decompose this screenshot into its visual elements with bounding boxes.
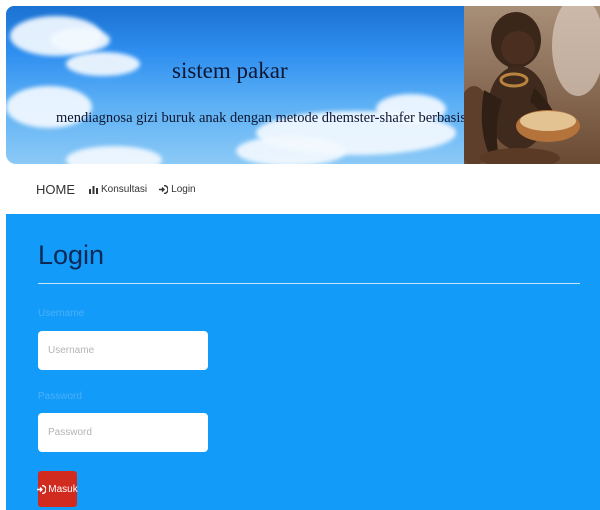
cloud-decoration [66,52,140,76]
cloud-decoration [66,146,162,164]
nav-login-link[interactable]: Login [159,183,196,195]
username-label: Username [38,308,85,319]
cloud-decoration [50,28,110,52]
nav-home-label: HOME [36,181,75,197]
nav-home-link[interactable]: HOME [36,182,75,197]
nav-login-label: Login [171,183,196,195]
nav-konsultasi-link[interactable]: Konsultasi [89,184,147,195]
bar-chart-icon [89,185,98,194]
username-input[interactable] [38,331,208,370]
child-photo [464,6,600,164]
login-title: Login [38,240,105,270]
nav-konsultasi-label: Konsultasi [101,183,148,195]
title-divider [38,283,580,284]
header-banner: sistem pakar mendiagnosa gizi buruk anak… [6,6,600,164]
login-icon [37,484,47,494]
site-title: sistem pakar [172,58,288,83]
login-icon [159,184,169,194]
login-panel: Login Username Password Masuk [6,214,600,510]
masuk-button-label: Masuk [48,483,78,495]
masuk-button[interactable]: Masuk [37,471,78,507]
password-input[interactable] [38,413,208,452]
main-navbar: HOME Konsultasi Login [0,168,600,210]
password-label: Password [38,391,82,402]
site-subtitle: mendiagnosa gizi buruk anak dengan metod… [56,110,494,126]
